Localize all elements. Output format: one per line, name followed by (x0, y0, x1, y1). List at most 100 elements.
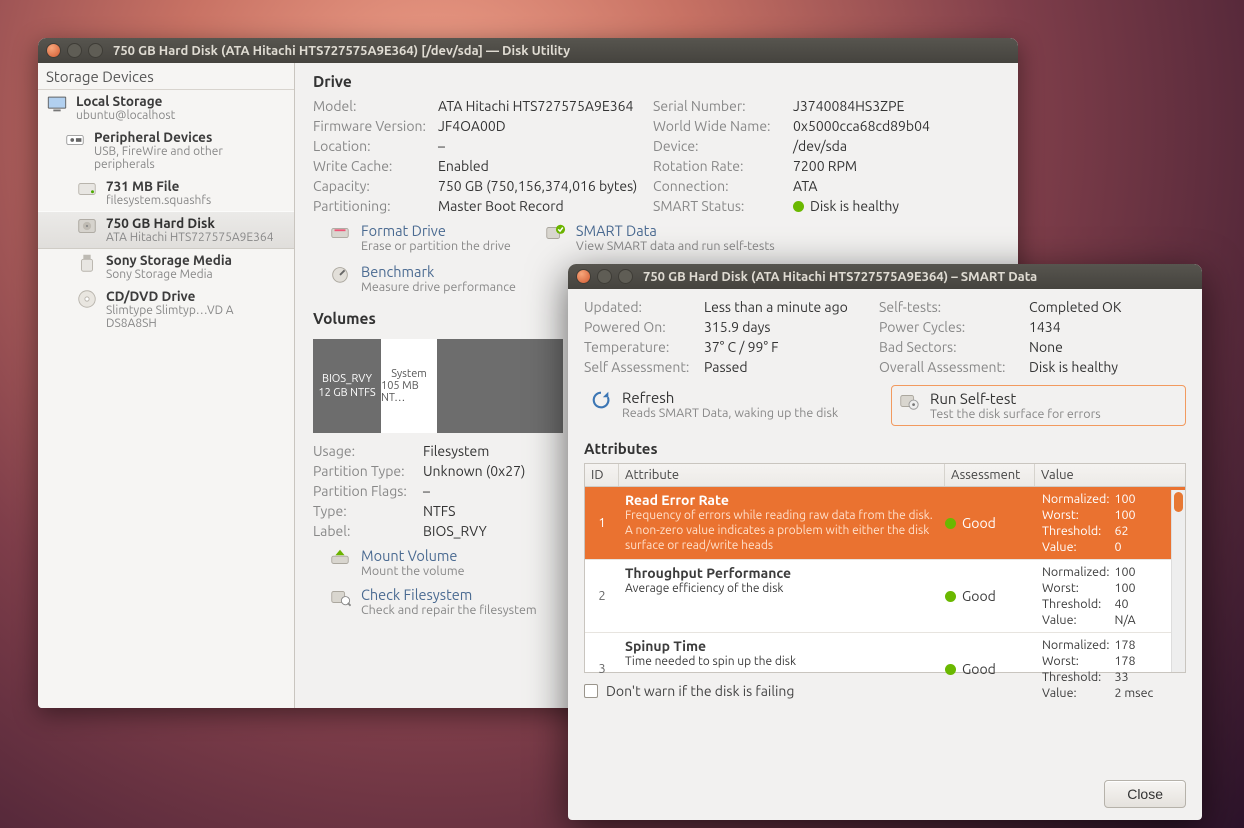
scrollbar[interactable] (1171, 490, 1185, 672)
col-assessment[interactable]: Assessment (945, 464, 1035, 486)
serial-label: Serial Number: (653, 98, 793, 114)
window-title: 750 GB Hard Disk (ATA Hitachi HTS727575A… (643, 270, 1037, 284)
firmware-value: JF4OA00D (438, 118, 653, 134)
flashdrive-icon (76, 252, 98, 274)
row-name: Spinup Time (625, 638, 939, 654)
smart-icon (544, 222, 566, 244)
partitioning-label: Partitioning: (313, 198, 438, 214)
rotation-label: Rotation Rate: (653, 158, 793, 174)
row-desc: Frequency of errors while reading raw da… (625, 508, 939, 553)
row-id: 1 (585, 487, 619, 559)
volume-system[interactable]: System105 MB NT… (381, 339, 437, 433)
row-name: Throughput Performance (625, 565, 939, 581)
row-name: Read Error Rate (625, 492, 939, 508)
row-id: 2 (585, 560, 619, 632)
row-assessment: Good (945, 560, 1035, 632)
drive-heading: Drive (313, 73, 1002, 90)
wwn-value: 0x5000cca68cd89b04 (793, 118, 1002, 134)
minimize-icon[interactable] (597, 269, 612, 284)
close-button[interactable]: Close (1104, 780, 1186, 808)
harddisk-icon (76, 215, 98, 237)
volume-map[interactable]: BIOS_RVY12 GB NTFS System105 MB NT… (313, 339, 563, 433)
sidebar-item-local-storage[interactable]: Local Storageubuntu@localhost (38, 90, 294, 126)
benchmark-action[interactable]: BenchmarkMeasure drive performance (329, 263, 516, 294)
attributes-heading: Attributes (584, 440, 1186, 457)
disc-icon (76, 288, 98, 310)
smart-data-window: 750 GB Hard Disk (ATA Hitachi HTS727575A… (568, 264, 1202, 820)
firmware-label: Firmware Version: (313, 118, 438, 134)
row-assessment: Good (945, 633, 1035, 705)
refresh-action[interactable]: RefreshReads SMART Data, waking up the d… (584, 385, 877, 426)
sidebar-item-hard-disk[interactable]: 750 GB Hard DiskATA Hitachi HTS727575A9E… (38, 211, 294, 249)
connection-value: ATA (793, 178, 1002, 194)
titlebar[interactable]: 750 GB Hard Disk (ATA Hitachi HTS727575A… (568, 264, 1202, 289)
minimize-icon[interactable] (67, 43, 82, 58)
wwn-label: World Wide Name: (653, 118, 793, 134)
row-desc: Average efficiency of the disk (625, 581, 939, 596)
status-dot-icon (793, 201, 804, 212)
drive-icon (76, 178, 98, 200)
attributes-table: ID Attribute Assessment Value 1 Read Erro… (584, 463, 1186, 673)
computer-icon (46, 93, 68, 115)
status-dot-icon (945, 518, 956, 529)
rotation-value: 7200 RPM (793, 158, 1002, 174)
mount-icon (329, 547, 351, 569)
smart-data-action[interactable]: SMART DataView SMART data and run self-t… (544, 222, 775, 253)
benchmark-icon (329, 263, 351, 285)
location-value: – (438, 138, 653, 154)
device-value: /dev/sda (793, 138, 1002, 154)
sidebar: Storage Devices Local Storageubuntu@loca… (38, 63, 295, 708)
model-label: Model: (313, 98, 438, 114)
sidebar-item-peripheral-devices[interactable]: Peripheral DevicesUSB, FireWire and othe… (38, 126, 294, 175)
row-values: Normalized:178Worst:178Threshold:33Value… (1035, 633, 1185, 705)
smart-summary: Updated:Less than a minute ago Self-test… (584, 299, 1186, 375)
status-dot-icon (945, 591, 956, 602)
col-attribute[interactable]: Attribute (619, 464, 945, 486)
capacity-label: Capacity: (313, 178, 438, 194)
overall-assessment-value: Disk is healthy (1029, 359, 1186, 375)
row-values: Normalized:100Worst:100Threshold:40Value… (1035, 560, 1185, 632)
writecache-value: Enabled (438, 158, 653, 174)
selftest-icon (898, 390, 920, 421)
connection-label: Connection: (653, 178, 793, 194)
close-icon[interactable] (576, 269, 591, 284)
close-icon[interactable] (46, 43, 61, 58)
writecache-label: Write Cache: (313, 158, 438, 174)
sidebar-item-sony-storage[interactable]: Sony Storage MediaSony Storage Media (38, 249, 294, 285)
row-assessment: Good (945, 487, 1035, 559)
sidebar-item-cd-dvd[interactable]: CD/DVD DriveSlimtype Slimtyp…VD A DS8A8S… (38, 285, 294, 334)
table-header[interactable]: ID Attribute Assessment Value (585, 464, 1185, 487)
location-label: Location: (313, 138, 438, 154)
titlebar[interactable]: 750 GB Hard Disk (ATA Hitachi HTS727575A… (38, 38, 1018, 63)
row-id: 3 (585, 633, 619, 705)
col-id[interactable]: ID (585, 464, 619, 486)
maximize-icon[interactable] (618, 269, 633, 284)
device-label: Device: (653, 138, 793, 154)
smartstatus-label: SMART Status: (653, 198, 793, 214)
run-selftest-action[interactable]: Run Self-testTest the disk surface for e… (891, 385, 1186, 426)
check-fs-icon (329, 586, 351, 608)
smartstatus-value: Disk is healthy (793, 198, 1002, 214)
status-dot-icon (945, 664, 956, 675)
drive-properties: Model:ATA Hitachi HTS727575A9E364 Serial… (313, 98, 1002, 214)
partitioning-value: Master Boot Record (438, 198, 653, 214)
usb-icon (64, 129, 86, 151)
row-desc: Time needed to spin up the disk (625, 654, 939, 669)
row-values: Normalized:100Worst:100Threshold:62Value… (1035, 487, 1185, 559)
capacity-value: 750 GB (750,156,374,016 bytes) (438, 178, 653, 194)
sidebar-heading: Storage Devices (38, 63, 294, 90)
col-value[interactable]: Value (1035, 464, 1185, 486)
sidebar-item-file[interactable]: 731 MB Filefilesystem.squashfs (38, 175, 294, 211)
format-icon (329, 222, 351, 244)
scrollbar-thumb[interactable] (1174, 492, 1183, 512)
volume-rest[interactable] (437, 339, 563, 433)
table-row[interactable]: 1 Read Error RateFrequency of errors whil… (585, 487, 1185, 560)
volume-bios-rvy[interactable]: BIOS_RVY12 GB NTFS (313, 339, 381, 433)
model-value: ATA Hitachi HTS727575A9E364 (438, 98, 653, 114)
serial-value: J3740084HS3ZPE (793, 98, 1002, 114)
format-drive-action[interactable]: Format DriveErase or partition the drive (329, 222, 516, 253)
table-row[interactable]: 3 Spinup TimeTime needed to spin up the d… (585, 633, 1185, 705)
table-row[interactable]: 2 Throughput PerformanceAverage efficienc… (585, 560, 1185, 633)
window-title: 750 GB Hard Disk (ATA Hitachi HTS727575A… (113, 44, 570, 58)
maximize-icon[interactable] (88, 43, 103, 58)
